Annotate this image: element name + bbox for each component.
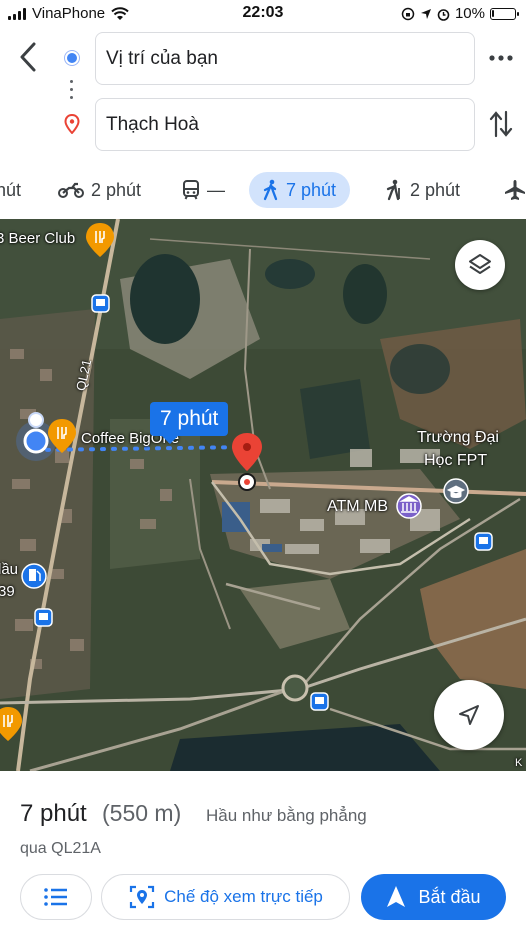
- alarm-icon: [437, 8, 450, 21]
- route-terrain: Hầu như bằng phẳng: [206, 806, 367, 825]
- swap-route-button[interactable]: [486, 108, 516, 140]
- steps-button[interactable]: [20, 874, 92, 920]
- live-view-icon: [130, 885, 155, 909]
- route-summary-sheet: 7 phút (550 m) Hầu như bằng phẳng qua QL…: [0, 771, 526, 935]
- transit-icon: [183, 180, 199, 200]
- more-options-button[interactable]: [486, 50, 516, 66]
- layers-icon: [469, 254, 491, 274]
- back-arrow-icon: [20, 42, 36, 72]
- mode-transit[interactable]: —: [182, 172, 225, 208]
- flight-icon: [505, 180, 525, 200]
- origin-dot-icon: [65, 51, 79, 65]
- rotation-lock-icon: [401, 7, 415, 20]
- poi-beer-club-label[interactable]: 3 Beer Club: [0, 230, 75, 247]
- location-arrow-icon: [420, 8, 431, 19]
- destination-pin-icon: [64, 114, 80, 134]
- route-distance: (550 m): [102, 800, 182, 826]
- poi-gas-label-1[interactable]: lầu: [0, 561, 18, 578]
- status-bar: VinaPhone 22:03 10%: [0, 0, 526, 28]
- destination-text: Thạch Hoà: [106, 114, 199, 135]
- poi-university-label-2[interactable]: Học FPT: [424, 452, 487, 470]
- live-view-label: Chế độ xem trực tiếp: [164, 887, 323, 906]
- battery-percent: 10%: [454, 5, 485, 22]
- route-duration: 7 phút: [20, 800, 87, 827]
- live-view-button[interactable]: Chế độ xem trực tiếp: [101, 874, 350, 920]
- origin-text: Vị trí của bạn: [106, 48, 218, 69]
- battery-icon: [490, 7, 519, 20]
- ride-icon: [386, 179, 400, 201]
- list-icon: [44, 888, 67, 906]
- route-via: qua QL21A: [20, 840, 101, 857]
- mode-transit-label: —: [207, 179, 225, 200]
- mode-ride[interactable]: 2 phút: [385, 172, 460, 208]
- map-view[interactable]: 3 Beer Club Coffee BigOne QL21 Trường Đạ…: [0, 219, 526, 771]
- poi-gas-label-2[interactable]: 39: [0, 583, 15, 600]
- my-location-button[interactable]: [434, 680, 504, 750]
- mode-walking[interactable]: 7 phút: [249, 172, 351, 208]
- walk-icon: [263, 179, 278, 201]
- route-duration-callout[interactable]: 7 phút: [150, 402, 229, 444]
- motorbike-icon: [58, 182, 84, 198]
- poi-university-label-1[interactable]: Trường Đại: [417, 429, 499, 447]
- mode-driving-label: hút: [0, 179, 22, 200]
- connector-dots-icon: [70, 80, 74, 104]
- mode-driving[interactable]: hút: [0, 172, 21, 208]
- mode-walking-label: 7 phút: [286, 179, 337, 200]
- battery-level: [492, 9, 494, 17]
- poi-atm-label[interactable]: ATM MB: [327, 498, 388, 516]
- more-dots-icon: [489, 55, 513, 61]
- mode-motorbike-label: 2 phút: [91, 179, 142, 200]
- navigation-start-icon: [387, 886, 406, 907]
- start-navigation-button[interactable]: Bắt đầu: [361, 874, 506, 920]
- travel-mode-row: hút 2 phút — 7 phút 2 phút: [0, 168, 526, 214]
- start-label: Bắt đầu: [418, 886, 481, 907]
- swap-arrows-icon: [489, 110, 513, 138]
- mode-flight[interactable]: [504, 172, 526, 208]
- mode-motorbike[interactable]: 2 phút: [58, 172, 141, 208]
- status-right: 10%: [401, 5, 519, 22]
- layers-button[interactable]: [455, 240, 505, 290]
- back-button[interactable]: [14, 40, 44, 74]
- destination-field[interactable]: Thạch Hoà: [95, 98, 475, 151]
- edge-label: K: [515, 757, 523, 769]
- mode-ride-label: 2 phút: [410, 179, 461, 200]
- origin-field[interactable]: Vị trí của bạn: [95, 32, 475, 85]
- navigation-arrow-icon: [459, 705, 479, 725]
